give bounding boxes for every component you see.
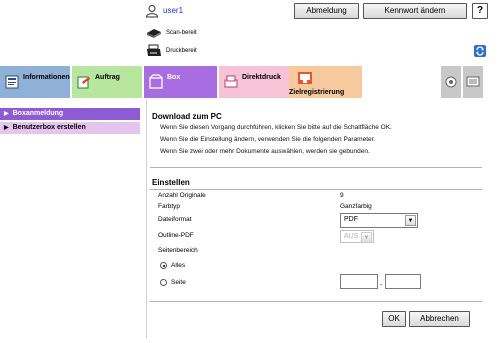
print-status: Druckbereit bbox=[146, 44, 197, 58]
page-to-input[interactable] bbox=[385, 274, 421, 289]
sidebar-item-benutzerbox-erstellen[interactable]: ▶ Benutzerbox erstellen bbox=[0, 122, 140, 134]
file-format-select[interactable]: PDF ▼ bbox=[340, 213, 418, 228]
sidebar-item-label: Benutzerbox erstellen bbox=[12, 124, 86, 131]
description-line: Wenn Sie diesen Vorgang durchführen, kli… bbox=[160, 124, 392, 131]
color-type-value: Ganzfarbig bbox=[340, 203, 372, 210]
tab-auftrag[interactable]: Auftrag bbox=[72, 66, 142, 98]
originals-value: 9 bbox=[340, 192, 344, 199]
color-type-label: Farbtyp bbox=[158, 203, 181, 210]
tab-box[interactable]: Box bbox=[144, 66, 217, 98]
description-line: Wenn Sie die Einstellung ändern, verwend… bbox=[160, 136, 376, 143]
tab-label: Informationen bbox=[23, 74, 70, 81]
printer-icon bbox=[147, 44, 161, 56]
user-name: user1 bbox=[163, 6, 184, 15]
gear-icon bbox=[445, 76, 457, 88]
range-all-label: Alles bbox=[171, 262, 186, 269]
direct-print-icon bbox=[224, 75, 238, 88]
outline-pdf-select[interactable]: AUS ▼ bbox=[340, 230, 374, 243]
triangle-right-icon: ▶ bbox=[4, 111, 9, 117]
network-icon bbox=[466, 76, 480, 87]
scan-status-text: Scan-bereit bbox=[166, 30, 197, 36]
refresh-icon[interactable] bbox=[474, 45, 486, 57]
divider bbox=[150, 189, 482, 190]
range-all-radio[interactable] bbox=[160, 262, 167, 269]
info-book-icon bbox=[5, 75, 19, 89]
tab-label: Auftrag bbox=[95, 74, 120, 81]
tab-label: Zielregistrierung bbox=[289, 89, 345, 96]
outline-pdf-label: Outline-PDF bbox=[158, 232, 194, 239]
tab-zielregistrierung[interactable]: Zielregistrierung bbox=[289, 66, 362, 98]
divider bbox=[150, 167, 482, 168]
job-icon bbox=[77, 76, 90, 89]
box-icon bbox=[149, 74, 163, 89]
divider bbox=[150, 301, 482, 302]
settings-heading: Einstellen bbox=[152, 178, 190, 187]
tab-label: Box bbox=[167, 74, 181, 81]
ok-button[interactable]: OK bbox=[382, 311, 406, 327]
cancel-button[interactable]: Abbrechen bbox=[409, 311, 470, 327]
triangle-right-icon: ▶ bbox=[4, 125, 9, 131]
chevron-down-icon: ▼ bbox=[405, 215, 416, 226]
help-button[interactable]: ? bbox=[472, 3, 488, 19]
print-status-text: Druckbereit bbox=[166, 48, 197, 54]
page-from-input[interactable] bbox=[340, 274, 378, 289]
sidebar-item-label: Boxanmeldung bbox=[12, 110, 64, 117]
description-line: Wenn Sie zwei oder mehr Dokumente auswäh… bbox=[160, 148, 370, 155]
scanner-icon bbox=[147, 29, 161, 38]
range-page-label: Seite bbox=[171, 279, 186, 286]
logout-button[interactable]: Abmeldung bbox=[294, 3, 359, 19]
tab-informationen[interactable]: Informationen bbox=[0, 66, 70, 98]
change-password-button[interactable]: Kennwort ändern bbox=[363, 3, 467, 19]
file-format-value: PDF bbox=[344, 216, 358, 223]
tab-direktdruck[interactable]: Direktdruck bbox=[219, 66, 289, 98]
range-separator: - bbox=[380, 282, 383, 289]
range-page-radio[interactable] bbox=[160, 279, 167, 286]
main-tabs: Informationen Auftrag Box Direktdruck Zi… bbox=[0, 66, 500, 98]
file-format-label: Dateiformat bbox=[158, 216, 192, 223]
chevron-down-icon: ▼ bbox=[361, 232, 372, 243]
destination-icon bbox=[298, 72, 312, 84]
scan-status: Scan-bereit bbox=[146, 27, 197, 39]
network-shortcut[interactable] bbox=[463, 66, 483, 98]
outline-pdf-value: AUS bbox=[344, 233, 359, 240]
page-title: Download zum PC bbox=[152, 112, 222, 121]
settings-shortcut[interactable] bbox=[441, 66, 461, 98]
sidebar-item-boxanmeldung[interactable]: ▶ Boxanmeldung bbox=[0, 108, 140, 120]
tab-label: Direktdruck bbox=[242, 74, 281, 81]
originals-label: Anzahl Originale bbox=[158, 192, 206, 199]
user-icon bbox=[145, 5, 159, 18]
page-range-label: Seitenbereich bbox=[158, 247, 198, 254]
